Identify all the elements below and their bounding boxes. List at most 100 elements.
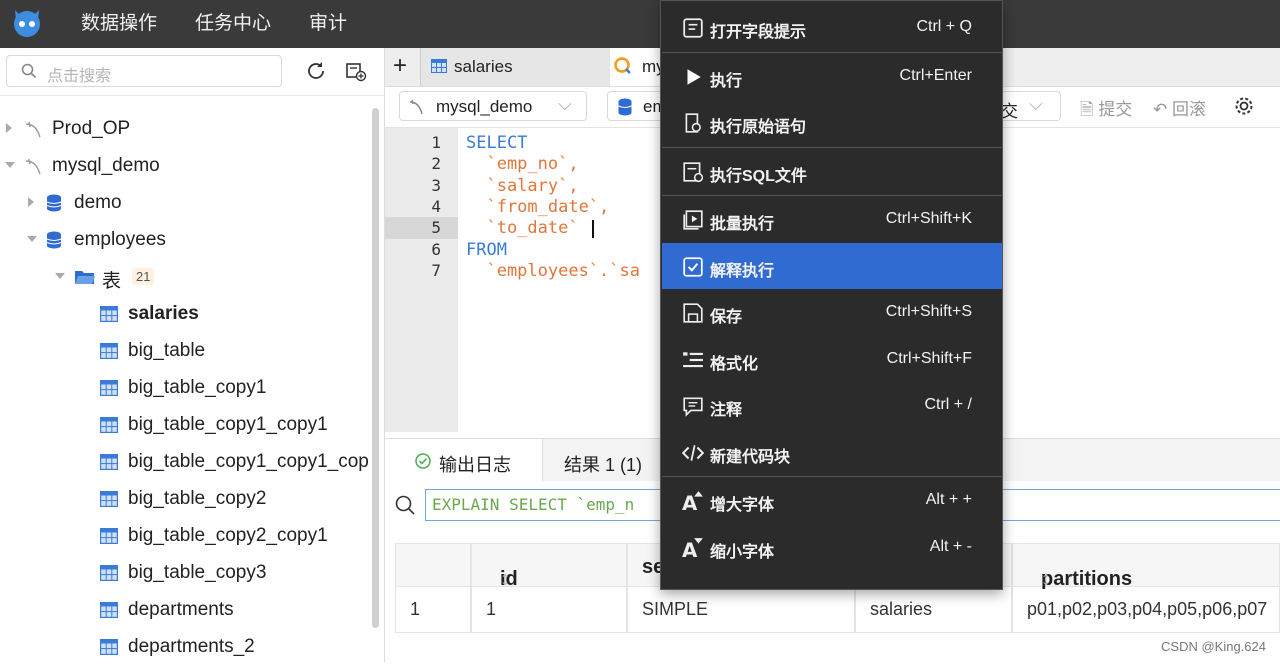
tree-item-label: departments_2 (128, 636, 255, 657)
menu-item-label: 新建代码块 (710, 448, 791, 466)
search-icon[interactable] (395, 495, 415, 515)
new-query-icon[interactable] (345, 60, 367, 82)
gear-icon[interactable] (1233, 95, 1255, 117)
menu-task-center[interactable]: 任务中心 (195, 8, 271, 35)
code-block-icon (682, 444, 704, 461)
tab-result-1[interactable]: 结果 1 (1) (542, 439, 662, 481)
tree-item[interactable]: big_table_copy1_copy1_cop (0, 443, 372, 479)
tab-output-log[interactable]: 输出日志 (385, 439, 543, 481)
menu-item[interactable]: 执行原始语句 (662, 99, 1002, 145)
column-header-id[interactable]: id ↕ (471, 543, 627, 590)
tree-item[interactable]: salaries (0, 295, 372, 331)
rollback-button[interactable]: ↶ 回滚 (1153, 95, 1206, 120)
tab-label: 结果 1 (1) (564, 455, 643, 475)
tree-item-label: big_table_copy1_copy1 (128, 414, 328, 435)
tree-item[interactable]: departments_2 (0, 628, 372, 664)
mysql-icon (25, 158, 41, 175)
tree-item-label: mysql_demo (52, 155, 160, 176)
menu-item[interactable]: 注释 Ctrl + / (662, 382, 1002, 428)
play-icon (687, 68, 701, 85)
datasource-select[interactable]: mysql_demo ⌵ (399, 91, 587, 121)
tree-item[interactable]: employees (0, 221, 372, 257)
font-increase-icon: A (682, 491, 703, 512)
svg-text:A: A (682, 538, 698, 558)
refresh-icon[interactable] (305, 60, 327, 82)
table-icon (100, 491, 118, 507)
tree-item[interactable]: big_table_copy1 (0, 369, 372, 405)
code-line: `from_date`, (466, 196, 610, 217)
tree-item[interactable]: demo (0, 184, 372, 220)
caret-down-icon[interactable] (27, 236, 37, 242)
folder-icon (75, 271, 95, 284)
sidebar-scrollbar[interactable] (372, 108, 379, 628)
tree-item[interactable]: big_table_copy3 (0, 554, 372, 590)
font-decrease-icon: A (682, 537, 703, 559)
tab-salaries[interactable]: salaries (420, 48, 611, 86)
commit-icon: 🗎 (1080, 100, 1094, 119)
transaction-value: 交 (1001, 102, 1018, 121)
table-cell[interactable]: 1 (471, 587, 627, 633)
menu-item[interactable]: 执行SQL文件 (662, 148, 1002, 194)
menu-audit[interactable]: 审计 (309, 8, 347, 35)
app-logo-icon[interactable] (10, 6, 44, 40)
table-cell[interactable]: 1 (395, 587, 471, 633)
raw-exec-icon (685, 113, 701, 133)
menu-item[interactable]: 解释执行 (662, 242, 1002, 289)
menu-item-label: 执行 (710, 72, 743, 90)
check-circle-icon (415, 453, 431, 469)
tree-item-label: salaries (128, 303, 199, 324)
table-icon (100, 454, 118, 470)
tree-item[interactable]: big_table (0, 332, 372, 368)
mysql-icon (409, 99, 423, 115)
commit-button[interactable]: 🗎 提交 (1080, 95, 1132, 126)
menu-item-label: 增大字体 (710, 497, 775, 514)
code-line: `to_date` (466, 218, 579, 239)
menu-data-ops[interactable]: 数据操作 (81, 8, 157, 35)
tree-item[interactable]: 表 21 (0, 258, 372, 294)
line-number: 7 (431, 260, 441, 280)
watermark: CSDN @King.624 (1161, 639, 1266, 654)
menu-item[interactable]: 批量执行 Ctrl+Shift+K (662, 196, 1002, 242)
query-icon (614, 57, 631, 74)
caret-down-icon[interactable] (5, 162, 15, 168)
table-icon (100, 380, 118, 396)
menu-item-shortcut: Alt + + (925, 491, 972, 508)
line-number: 2 (431, 154, 441, 174)
menu-item[interactable]: 新建代码块 (662, 429, 1002, 475)
database-select[interactable]: em (607, 91, 667, 121)
comment-icon (683, 397, 703, 417)
search-input[interactable]: 点击搜索 (6, 55, 282, 87)
line-numbers: 1 234567 (385, 128, 458, 432)
menu-item[interactable]: A 缩小字体 Alt + - (662, 524, 1002, 570)
menu-item-label: 保存 (710, 309, 743, 326)
tree-item[interactable]: Prod_OP (0, 110, 372, 146)
tree-item[interactable]: big_table_copy2 (0, 480, 372, 516)
code-line: `salary`, (466, 175, 579, 196)
add-tab-button[interactable]: + (393, 52, 407, 90)
menu-item[interactable]: 打开字段提示 Ctrl + Q (662, 4, 1002, 50)
tree-item[interactable]: big_table_copy2_copy1 (0, 517, 372, 553)
menu-item-label: 执行SQL文件 (710, 167, 807, 185)
tree-item[interactable]: departments (0, 591, 372, 627)
table-icon (431, 59, 447, 73)
tree-item[interactable]: big_table_copy1_copy1 (0, 406, 372, 442)
menu-item[interactable]: 格式化 Ctrl+Shift+F (662, 336, 1002, 382)
database-icon (46, 231, 62, 249)
caret-down-icon[interactable] (55, 273, 65, 279)
menu-item[interactable]: 执行 Ctrl+Enter (662, 53, 1002, 99)
menu-item[interactable]: 保存 Ctrl+Shift+S (662, 289, 1002, 335)
datasource-value: mysql_demo (436, 97, 533, 116)
chevron-down-icon: ⌵ (1029, 94, 1043, 114)
code-line: FROM (466, 239, 507, 260)
field-hint-icon (683, 18, 703, 38)
table-cell[interactable]: salaries (855, 587, 1012, 633)
table-cell[interactable]: SIMPLE (627, 587, 855, 633)
menu-item[interactable]: A 增大字体 Alt + + (662, 477, 1002, 523)
tree-item[interactable]: mysql_demo (0, 147, 372, 183)
column-header-partitions[interactable]: partitions ↕ (1012, 543, 1280, 590)
caret-right-icon[interactable] (6, 123, 12, 133)
table-cell[interactable]: p01,p02,p03,p04,p05,p06,p07 (1012, 587, 1280, 633)
caret-right-icon[interactable] (28, 197, 34, 207)
batch-exec-icon (683, 210, 703, 230)
menu-item-shortcut: Ctrl+Shift+F (886, 349, 972, 367)
